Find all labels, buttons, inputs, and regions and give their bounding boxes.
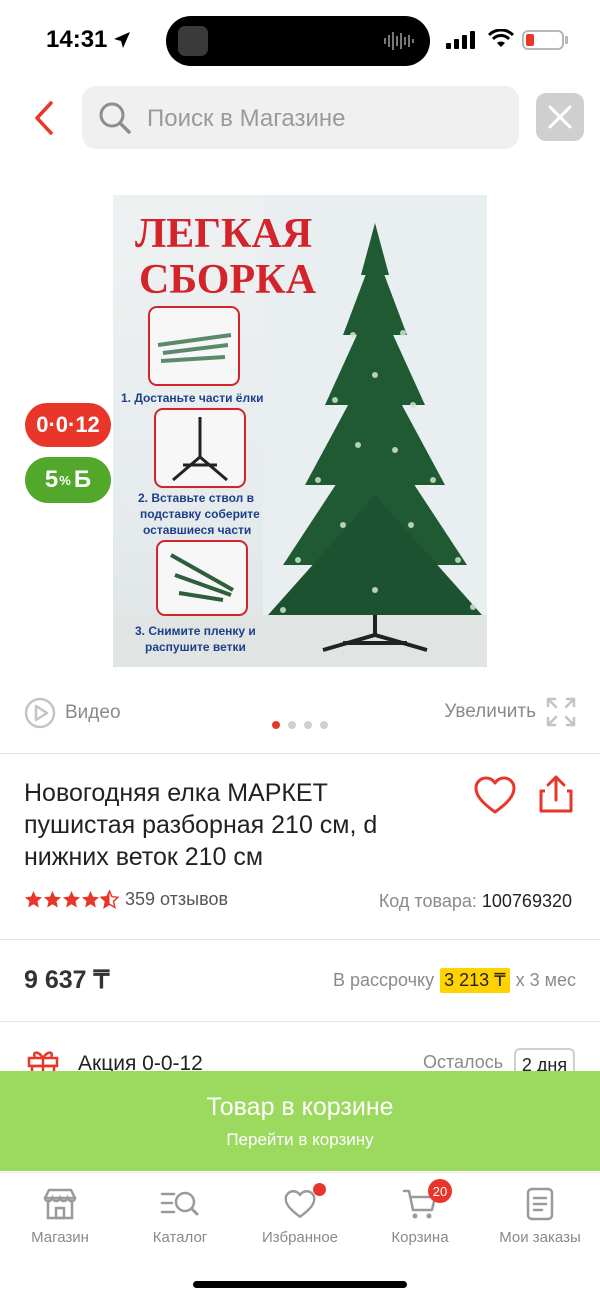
- reviews-count: 359 отзывов: [125, 889, 229, 909]
- carousel-dot[interactable]: [320, 721, 328, 729]
- installment-prefix: В рассрочку: [332, 970, 435, 990]
- step-1-text: 1. Достаньте части ёлки: [121, 391, 263, 405]
- step-2-text: 2. Вставьте ствол в: [138, 491, 254, 505]
- status-bar: 14:31: [0, 0, 600, 80]
- cart-banner-subtitle: Перейти в корзину: [226, 1129, 374, 1149]
- tab-label: Магазин: [31, 1229, 89, 1246]
- step-3-text: 3. Снимите пленку и: [135, 624, 256, 638]
- rating-stars: [24, 890, 119, 909]
- product-code: Код товара: 100769320: [379, 891, 572, 912]
- share-icon: [539, 775, 573, 813]
- product-code-value: 100769320: [481, 891, 572, 911]
- tab-label: Избранное: [261, 1229, 339, 1246]
- heart-icon: [284, 1190, 316, 1218]
- heart-icon: [474, 776, 516, 814]
- cellular-signal-icon: [446, 31, 475, 49]
- video-label: Видео: [65, 702, 121, 723]
- tab-label: Мои заказы: [499, 1229, 581, 1246]
- island-app-icon: [178, 26, 208, 56]
- tab-label: Каталог: [152, 1229, 208, 1246]
- carousel-dot[interactable]: [304, 721, 312, 729]
- store-icon: [43, 1188, 77, 1220]
- tab-favorites[interactable]: Избранное: [240, 1183, 360, 1255]
- product-page: 14:31 Поиск в Магазине ЛЕГКАЯ СБОРКА 1. …: [0, 0, 600, 1300]
- product-image[interactable]: ЛЕГКАЯ СБОРКА 1. Достаньте части ёлки 2.…: [113, 195, 487, 667]
- bonus-badge: 5% Б: [25, 457, 111, 503]
- star-icon: [81, 890, 100, 908]
- wifi-icon: [488, 29, 514, 47]
- expand-icon: [546, 697, 576, 727]
- catalog-search-icon: [160, 1191, 199, 1216]
- installment-amount: 3 213 ₸: [440, 968, 510, 993]
- star-icon: [62, 890, 81, 908]
- bonus-value: 5: [44, 466, 59, 493]
- bonus-unit: %: [59, 472, 71, 488]
- tab-catalog[interactable]: Каталог: [120, 1185, 240, 1255]
- carousel-dot-active[interactable]: [272, 721, 280, 729]
- tab-my-orders[interactable]: Мои заказы: [480, 1185, 600, 1255]
- divider: [0, 753, 600, 754]
- divider: [0, 939, 600, 940]
- svg-text:подставку соберите: подставку соберите: [140, 507, 260, 521]
- add-to-favorites-button[interactable]: [473, 775, 517, 820]
- promo-remaining-label: Осталось: [423, 1052, 504, 1072]
- divider: [0, 1021, 600, 1022]
- step-3-photo: [156, 540, 248, 616]
- installment-suffix: x 3 мес: [515, 970, 576, 990]
- video-button[interactable]: Видео: [24, 697, 121, 729]
- cart-banner-title: Товар в корзине: [206, 1092, 394, 1121]
- home-indicator: [193, 1281, 407, 1288]
- tab-label: Корзина: [391, 1229, 449, 1246]
- product-price: 9 637 ₸: [24, 966, 110, 994]
- star-icon: [24, 890, 43, 908]
- zoom-label: Увеличить: [444, 701, 536, 722]
- bonus-currency: Б: [73, 466, 92, 493]
- promo-badge: 0·0·12: [25, 403, 111, 447]
- image-headline-1: ЛЕГКАЯ: [135, 211, 312, 257]
- close-icon: [548, 105, 572, 129]
- share-button[interactable]: [537, 774, 575, 819]
- product-code-label: Код товара:: [378, 891, 477, 911]
- carousel-dots: [272, 721, 336, 729]
- play-circle-icon: [24, 697, 56, 729]
- tab-store[interactable]: Магазин: [0, 1185, 120, 1255]
- carousel-dot[interactable]: [288, 721, 296, 729]
- battery-icon: [522, 30, 568, 50]
- product-title: Новогодняя елка МАРКЕТ пушистая разборна…: [24, 779, 378, 871]
- status-time: 14:31: [46, 26, 108, 53]
- svg-text:оставшиеся части: оставшиеся части: [143, 523, 251, 537]
- search-input[interactable]: Поиск в Магазине: [82, 86, 519, 149]
- location-arrow-icon: [114, 32, 130, 48]
- tab-cart[interactable]: 20 Корзина: [360, 1179, 480, 1255]
- back-button[interactable]: [24, 96, 64, 140]
- installment-info[interactable]: В рассрочку 3 213 ₸ x 3 мес: [333, 968, 576, 993]
- orders-icon: [526, 1187, 554, 1221]
- dynamic-island: [166, 16, 430, 66]
- cart-count-badge: 20: [428, 1179, 452, 1203]
- star-icon: [43, 890, 62, 908]
- search-placeholder: Поиск в Магазине: [147, 105, 346, 132]
- notification-dot: [313, 1183, 326, 1196]
- image-headline-2: СБОРКА: [139, 257, 317, 303]
- go-to-cart-banner[interactable]: Товар в корзине Перейти в корзину: [0, 1071, 600, 1171]
- audio-wave-icon: [384, 32, 414, 50]
- star-half-icon: [100, 890, 119, 909]
- svg-text:распушите ветки: распушите ветки: [145, 640, 246, 654]
- search-icon: [99, 102, 131, 134]
- christmas-tree-illustration: ЛЕГКАЯ СБОРКА 1. Достаньте части ёлки 2.…: [113, 195, 487, 667]
- chevron-left-icon: [35, 101, 53, 135]
- close-search-button[interactable]: [536, 93, 584, 141]
- zoom-button[interactable]: Увеличить: [444, 697, 576, 727]
- rating-row[interactable]: 359 отзывов: [24, 889, 228, 910]
